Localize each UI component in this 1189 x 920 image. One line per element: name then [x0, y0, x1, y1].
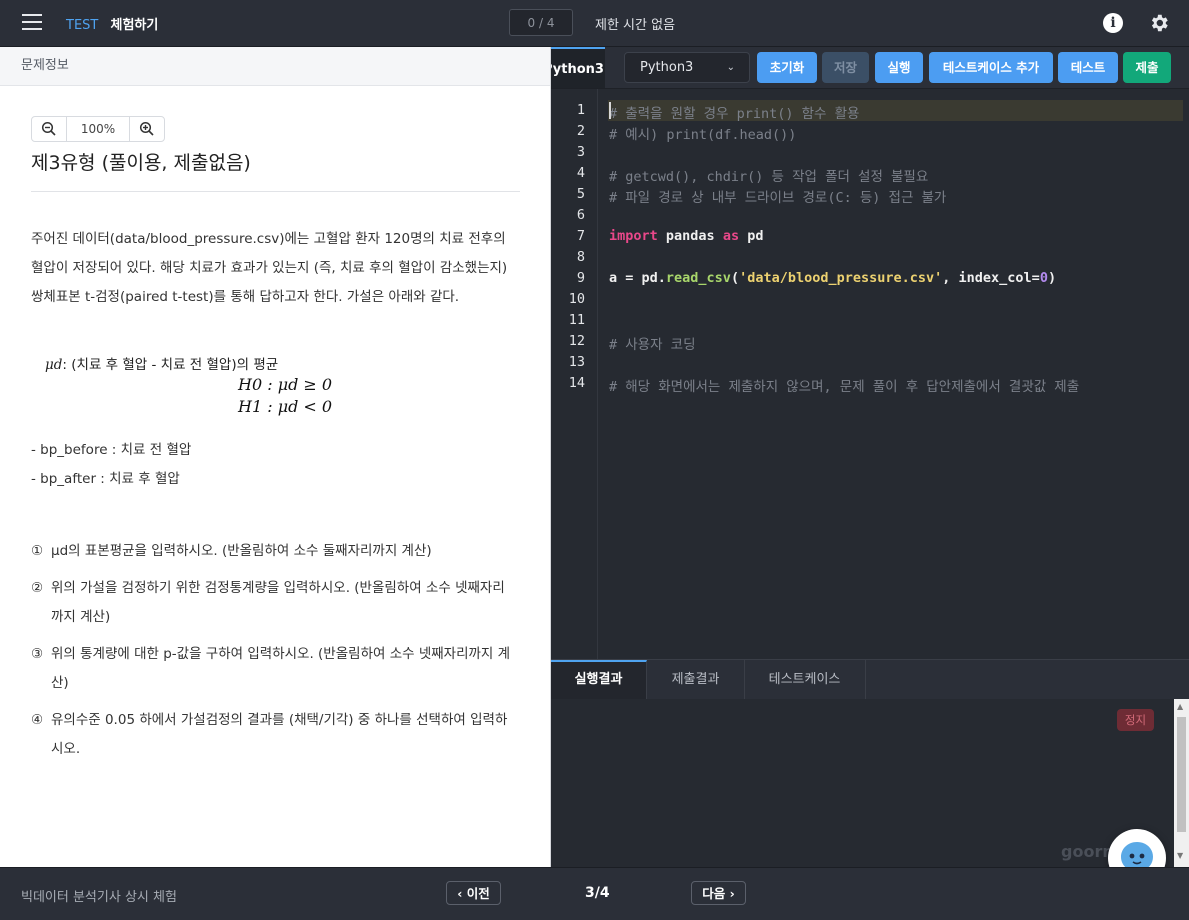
- question-item: ③ 위의 통계량에 대한 p-값을 구하여 입력하시오. (반올림하여 소수 넷째…: [31, 646, 511, 691]
- zoom-out-button[interactable]: [32, 117, 66, 141]
- output-console: 정지 goorm ▲ ▼: [551, 699, 1189, 867]
- add-testcase-button[interactable]: 테스트케이스 추가: [929, 52, 1053, 83]
- info-icon[interactable]: i: [1103, 13, 1123, 33]
- mu-definition: μd: (치료 후 혈압 - 치료 전 혈압)의 평균: [45, 353, 278, 373]
- code-line: # 예시) print(df.head()): [609, 127, 797, 143]
- tab-testcases[interactable]: 테스트케이스: [744, 660, 866, 700]
- answer-counter: 0 / 4: [509, 9, 573, 36]
- stop-button[interactable]: 정지: [1117, 709, 1154, 731]
- save-button[interactable]: 저장: [822, 52, 869, 83]
- line-number: 13: [568, 354, 585, 370]
- alt-hypothesis: H1 : μd < 0: [238, 397, 333, 416]
- divider: [31, 191, 520, 192]
- footer-bar: 빅데이터 분석기사 상시 체험 ‹ 이전 3/4 다음 ›: [0, 867, 1189, 920]
- footer-title: 빅데이터 분석기사 상시 체험: [21, 890, 177, 905]
- test-button[interactable]: 테스트: [1058, 52, 1118, 83]
- line-number: 12: [568, 333, 585, 349]
- line-number: 3: [576, 144, 585, 160]
- line-number: 2: [576, 123, 585, 139]
- code-line: # 출력을 원할 경우 print() 함수 활용: [609, 106, 860, 122]
- brand-title: 체험하기: [110, 18, 159, 33]
- timer-text: 제한 시간 없음: [595, 18, 676, 33]
- variable-bp-after: - bp_after : 치료 후 혈압: [31, 471, 180, 487]
- scroll-up-icon[interactable]: ▲: [1177, 702, 1183, 711]
- reset-button[interactable]: 초기화: [757, 52, 817, 83]
- editor-panel: Python3 Python3 ⌄ 초기화 저장 실행 테스트케이스 추가 테스…: [551, 47, 1189, 867]
- scroll-down-icon[interactable]: ▼: [1177, 851, 1183, 860]
- zoom-in-button[interactable]: [130, 117, 164, 141]
- tab-submit-result[interactable]: 제출결과: [647, 660, 745, 700]
- zoom-value: 100%: [66, 117, 130, 141]
- code-line: # 해당 화면에서는 제출하지 않으며, 문제 풀이 후 답안제출에서 결괏값 …: [609, 379, 1080, 395]
- chevron-down-icon: ⌄: [726, 62, 735, 73]
- mu-symbol: μd: [45, 357, 63, 373]
- zoom-out-icon: [41, 121, 56, 136]
- run-button[interactable]: 실행: [875, 52, 923, 83]
- line-number: 14: [568, 375, 585, 391]
- line-number: 1: [576, 102, 585, 118]
- submit-button[interactable]: 제출: [1123, 52, 1171, 83]
- line-number: 9: [576, 270, 585, 286]
- line-number-gutter: 1 2 3 4 5 6 7 8 9 10 11 12 13 14: [551, 89, 598, 659]
- line-number: 4: [576, 165, 585, 181]
- line-number: 10: [568, 291, 585, 307]
- output-tabs: 실행결과 제출결과 테스트케이스: [551, 659, 1189, 700]
- top-bar: TEST 체험하기 0 / 4 제한 시간 없음 i: [0, 0, 1189, 47]
- zoom-control: 100%: [31, 116, 165, 142]
- line-number: 11: [568, 312, 585, 328]
- brand: TEST 체험하기: [66, 14, 158, 33]
- prev-button[interactable]: ‹ 이전: [446, 881, 501, 905]
- problem-title: 제3유형 (풀이용, 제출없음): [31, 152, 251, 174]
- code-line: # 파일 경로 상 내부 드라이브 경로(C: 등) 접근 불가: [609, 190, 947, 206]
- code-line: import pandas as pd: [609, 228, 764, 244]
- code-line: a = pd.read_csv('data/blood_pressure.csv…: [609, 270, 1057, 286]
- variable-list: - bp_before : 치료 전 혈압 - bp_after : 치료 후 …: [31, 436, 191, 494]
- problem-panel: 문제정보 100% 제3유형 (풀이용, 제출없음) 주어진 데이터(data/…: [0, 47, 551, 867]
- page-indicator: 3/4: [585, 885, 610, 901]
- brand-test-label: TEST: [66, 18, 99, 33]
- null-hypothesis: H0 : μd ≥ 0: [238, 375, 333, 394]
- code-line: # 사용자 코딩: [609, 337, 696, 353]
- gear-icon[interactable]: [1148, 12, 1170, 34]
- text-cursor: [609, 102, 611, 119]
- question-list: ① μd의 표본평균을 입력하시오. (반올림하여 소수 둘째자리까지 계산) ②…: [31, 537, 511, 772]
- editor-toolbar: Python3 Python3 ⌄ 초기화 저장 실행 테스트케이스 추가 테스…: [551, 47, 1189, 89]
- tab-run-result[interactable]: 실행결과: [551, 660, 647, 700]
- question-item: ④ 유의수준 0.05 하에서 가설검정의 결과를 (채택/기각) 중 하나를 선…: [31, 712, 508, 757]
- problem-description: 주어진 데이터(data/blood_pressure.csv)에는 고혈압 환…: [31, 231, 508, 305]
- scrollbar-thumb[interactable]: [1177, 717, 1186, 832]
- line-number: 7: [576, 228, 585, 244]
- zoom-in-icon: [139, 121, 154, 136]
- line-number: 6: [576, 207, 585, 223]
- code-line: # getcwd(), chdir() 등 작업 폴더 설정 불필요: [609, 169, 929, 185]
- question-item: ② 위의 가설을 검정하기 위한 검정통계량을 입력하시오. (반올림하여 소수 …: [31, 580, 505, 625]
- language-select[interactable]: Python3 ⌄: [624, 52, 750, 83]
- hamburger-menu-icon[interactable]: [22, 14, 42, 30]
- line-number: 8: [576, 249, 585, 265]
- variable-bp-before: - bp_before : 치료 전 혈압: [31, 442, 192, 458]
- question-item: ① μd의 표본평균을 입력하시오. (반올림하여 소수 둘째자리까지 계산): [31, 543, 432, 559]
- problem-info-header: 문제정보: [0, 47, 550, 86]
- file-tab[interactable]: Python3: [551, 47, 605, 88]
- code-editor[interactable]: 1 2 3 4 5 6 7 8 9 10 11 12 13 14 # 출력을 원…: [551, 89, 1189, 659]
- mu-description: : (치료 후 혈압 - 치료 전 혈압)의 평균: [62, 357, 279, 373]
- next-button[interactable]: 다음 ›: [691, 881, 746, 905]
- line-number: 5: [576, 186, 585, 202]
- output-scrollbar[interactable]: ▲ ▼: [1174, 699, 1189, 867]
